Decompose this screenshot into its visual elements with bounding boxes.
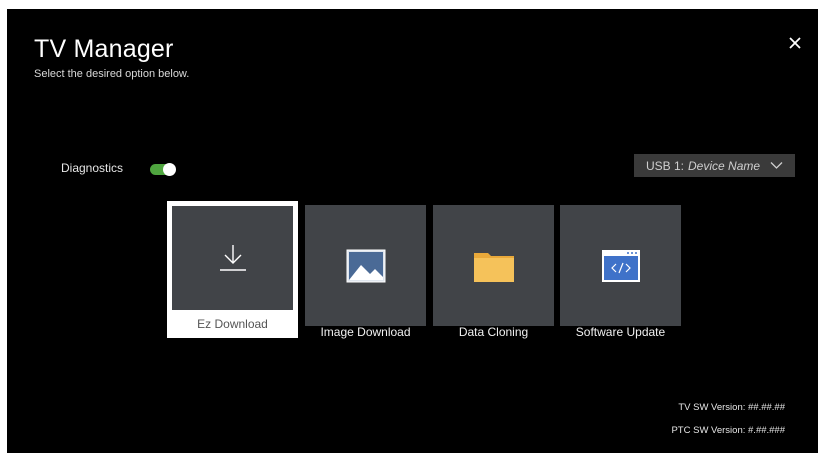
card-image-download-label: Image Download — [320, 325, 411, 339]
tv-sw-version: TV SW Version: ##.##.## — [678, 402, 785, 413]
folder-icon — [473, 252, 514, 282]
card-data-cloning[interactable] — [433, 205, 554, 326]
close-button[interactable] — [787, 35, 803, 51]
chevron-down-icon — [770, 162, 783, 169]
card-ez-download[interactable]: Ez Download — [167, 201, 298, 338]
page-subtitle: Select the desired option below. — [34, 68, 190, 80]
card-ez-download-tile — [172, 206, 293, 310]
card-software-update[interactable] — [560, 205, 681, 326]
card-image-download[interactable] — [305, 205, 426, 326]
download-icon — [219, 245, 246, 271]
code-window-icon — [601, 249, 640, 282]
tv-screen: TV Manager Select the desired option bel… — [7, 9, 818, 453]
usb-device-dropdown[interactable]: USB 1: Device Name — [634, 154, 795, 177]
page-title: TV Manager — [34, 35, 174, 63]
usb-prefix: USB 1: — [646, 158, 685, 173]
usb-device-name: Device Name — [688, 158, 761, 173]
diagnostics-toggle[interactable] — [150, 163, 176, 176]
card-software-update-label: Software Update — [575, 325, 666, 339]
close-icon — [789, 37, 801, 49]
diagnostics-label: Diagnostics — [61, 161, 124, 175]
ptc-sw-version: PTC SW Version: #.##.### — [671, 425, 785, 436]
image-icon — [346, 249, 385, 282]
toggle-knob — [163, 163, 176, 176]
card-ez-download-label: Ez Download — [197, 317, 268, 331]
card-data-cloning-label: Data Cloning — [458, 325, 529, 339]
